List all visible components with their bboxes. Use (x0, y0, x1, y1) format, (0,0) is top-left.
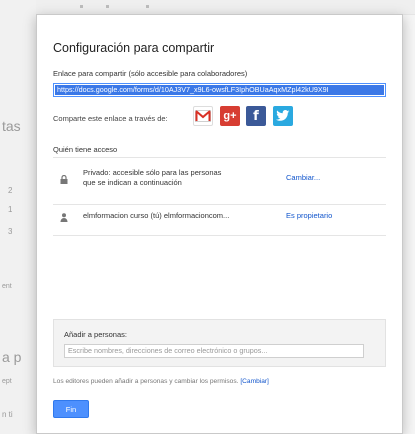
privacy-line-1: Privado: accesible sólo para las persona… (83, 168, 222, 177)
add-people-input[interactable]: Escribe nombres, direcciones de correo e… (64, 344, 364, 358)
privacy-line-2: que se indican a continuación (83, 178, 182, 187)
owner-description: elmformacion curso (tú) elmformacioncom.… (83, 211, 230, 220)
share-settings-dialog: Configuración para compartir Enlace para… (36, 14, 403, 434)
dialog-title: Configuración para compartir (53, 41, 215, 55)
divider (53, 235, 386, 236)
background-text: n ti (2, 410, 13, 419)
background-text: ent (2, 283, 12, 290)
done-button[interactable]: Fin (53, 400, 89, 418)
background-toolbar (36, 0, 415, 15)
share-via-label: Comparte este enlace a través de: (53, 114, 168, 123)
twitter-icon[interactable] (273, 106, 293, 126)
person-icon (59, 212, 69, 222)
owner-role: Es propietario (286, 211, 333, 220)
background-text: 2 (8, 186, 13, 195)
gmail-icon[interactable] (193, 106, 213, 126)
background-text: 3 (8, 227, 13, 236)
share-link-field[interactable]: https://docs.google.com/forms/d/10AJ3V7_… (53, 83, 386, 97)
background-text: ept (2, 378, 12, 385)
editors-note: Los editores pueden añadir a personas y … (53, 378, 269, 385)
google-plus-icon[interactable]: g+ (220, 106, 240, 126)
privacy-description: Privado: accesible sólo para las persona… (83, 168, 221, 188)
background-text: 1 (8, 205, 13, 214)
background-text: tas (2, 118, 21, 134)
toolbar-dot (80, 5, 83, 8)
add-people-section: Añadir a personas: Escribe nombres, dire… (53, 319, 386, 367)
divider (53, 157, 386, 158)
lock-icon (59, 174, 69, 184)
share-link-label: Enlace para compartir (sólo accesible pa… (53, 69, 248, 78)
add-people-label: Añadir a personas: (64, 330, 127, 339)
who-has-access-title: Quién tiene acceso (53, 145, 118, 154)
toolbar-dot (146, 5, 149, 8)
change-visibility-link[interactable]: Cambiar... (286, 173, 320, 182)
divider (53, 204, 386, 205)
change-permissions-link[interactable]: [Cambiar] (240, 378, 269, 385)
editors-note-text: Los editores pueden añadir a personas y … (53, 378, 239, 385)
facebook-icon[interactable]: f (246, 106, 266, 126)
twitter-bird-icon (276, 110, 290, 121)
toolbar-dot (106, 5, 109, 8)
background-text: a p (2, 349, 22, 365)
gmail-envelope-icon (195, 110, 211, 122)
share-link-value[interactable]: https://docs.google.com/forms/d/10AJ3V7_… (55, 85, 384, 95)
background-sidebar: tas 2 1 3 ent a p ept n ti (0, 0, 37, 434)
